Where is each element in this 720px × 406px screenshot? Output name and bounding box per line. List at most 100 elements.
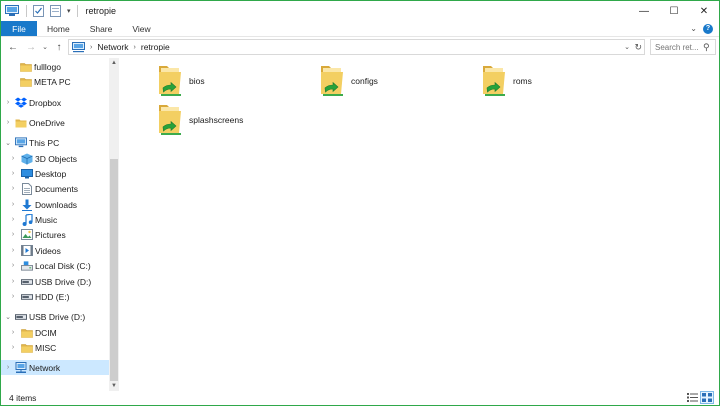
tree-item-misc[interactable]: › MISC (1, 340, 109, 355)
collapse-chevron-icon[interactable]: ⌄ (4, 139, 12, 147)
tree-item-label: DCIM (35, 327, 57, 338)
tree-item-label: Dropbox (29, 97, 62, 108)
title-bar: ▾ retropie — ☐ ✕ (1, 1, 719, 21)
tree-item-label: Videos (35, 245, 61, 256)
tree-item-dcim[interactable]: › DCIM (1, 325, 109, 340)
file-item-configs[interactable]: configs (319, 63, 378, 99)
tree-item-label: Downloads (35, 199, 78, 210)
tree-item-3d-objects[interactable]: › 3D Objects (1, 151, 109, 166)
tab-view[interactable]: View (122, 21, 160, 36)
tree-item-documents[interactable]: › Documents (1, 181, 109, 196)
tree-item-meta-pc[interactable]: META PC (1, 74, 109, 89)
file-name: splashscreens (189, 115, 244, 125)
help-icon[interactable]: ? (703, 23, 713, 34)
folder-icon (21, 327, 33, 339)
address-bar[interactable]: › Network › retropie ⌄ ↻ (68, 39, 645, 55)
tree-item-local-disk-c[interactable]: › Local Disk (C:) (1, 258, 109, 273)
expand-chevron-icon[interactable]: › (9, 293, 17, 300)
status-bar: 4 items (1, 391, 719, 405)
explorer-app-icon[interactable] (5, 4, 19, 18)
tree-item-videos[interactable]: › Videos (1, 243, 109, 258)
close-button[interactable]: ✕ (689, 1, 719, 21)
expand-chevron-icon[interactable]: › (4, 99, 12, 106)
tree-item-label: USB Drive (D:) (29, 311, 86, 322)
local-disk-icon (21, 260, 33, 272)
expand-chevron-icon[interactable]: › (9, 155, 17, 162)
shared-folder-icon (319, 64, 345, 98)
tab-home[interactable]: Home (37, 21, 80, 36)
search-box[interactable]: ⚲ (650, 39, 716, 55)
collapse-chevron-icon[interactable]: ⌄ (4, 313, 12, 321)
download-icon (21, 199, 33, 211)
tree-item-pictures[interactable]: › Pictures (1, 227, 109, 242)
breadcrumb-separator[interactable]: › (90, 44, 92, 51)
back-button[interactable]: ← (4, 38, 22, 56)
expand-ribbon-icon[interactable]: ⌄ (690, 24, 697, 33)
tree-item-label: Documents (35, 183, 78, 194)
toolbar-separator (76, 5, 78, 17)
expand-chevron-icon[interactable]: › (9, 170, 17, 177)
tree-item-desktop[interactable]: › Desktop (1, 166, 109, 181)
item-count: 4 items (9, 393, 37, 403)
tree-item-music[interactable]: › Music (1, 212, 109, 227)
expand-chevron-icon[interactable]: › (9, 344, 17, 351)
tree-item-fulllogo[interactable]: fulllogo (1, 59, 109, 74)
search-input[interactable] (655, 42, 703, 52)
onedrive-icon (15, 117, 27, 129)
tree-item-usb-drive-d[interactable]: ⌄ USB Drive (D:) (1, 309, 109, 324)
recent-locations-button[interactable]: ⌄ (40, 38, 50, 56)
folder-icon (21, 342, 33, 354)
expand-chevron-icon[interactable]: › (9, 216, 17, 223)
file-name: bios (189, 76, 205, 86)
file-item-bios[interactable]: bios (157, 63, 205, 99)
tree-item-hdd-e[interactable]: › HDD (E:) (1, 289, 109, 304)
tree-item-label: OneDrive (29, 117, 65, 128)
properties-icon[interactable] (31, 4, 45, 18)
search-icon[interactable]: ⚲ (703, 42, 710, 53)
expand-chevron-icon[interactable]: › (4, 119, 12, 126)
tree-item-usb-drive-d[interactable]: › USB Drive (D:) (1, 274, 109, 289)
breadcrumb-network[interactable]: Network (97, 42, 128, 52)
new-folder-icon[interactable] (48, 4, 62, 18)
folder-tree: fulllogo META PC › Dropbox › OneDrive ⌄ This PC… (1, 58, 109, 391)
tree-item-network[interactable]: › Network (1, 360, 109, 375)
large-icons-view-icon[interactable] (700, 391, 714, 404)
maximize-button[interactable]: ☐ (659, 1, 689, 21)
scroll-up-button[interactable]: ▲ (109, 58, 119, 68)
navigation-scrollbar[interactable]: ▲ ▼ (109, 58, 119, 391)
minimize-button[interactable]: — (629, 1, 659, 21)
navigation-bar: ← → ⌄ ↑ › Network › retropie ⌄ ↻ ⚲ (1, 37, 719, 57)
details-view-icon[interactable] (686, 392, 698, 403)
expand-chevron-icon[interactable]: › (9, 262, 17, 269)
breadcrumb-retropie[interactable]: retropie (141, 42, 170, 52)
address-dropdown-icon[interactable]: ⌄ (624, 40, 630, 54)
tree-item-downloads[interactable]: › Downloads (1, 197, 109, 212)
tab-file[interactable]: File (1, 21, 37, 36)
ribbon-right: ⌄ ? (690, 21, 719, 36)
tree-item-onedrive[interactable]: › OneDrive (1, 115, 109, 130)
tree-item-label: fulllogo (34, 61, 61, 72)
up-button[interactable]: ↑ (50, 38, 68, 56)
tree-item-dropbox[interactable]: › Dropbox (1, 95, 109, 110)
expand-chevron-icon[interactable]: › (9, 231, 17, 238)
forward-button[interactable]: → (22, 38, 40, 56)
expand-chevron-icon[interactable]: › (9, 185, 17, 192)
quick-access-toolbar: ▾ retropie (1, 1, 116, 21)
tree-item-label: Pictures (35, 229, 66, 240)
tree-item-this-pc[interactable]: ⌄ This PC (1, 135, 109, 150)
expand-chevron-icon[interactable]: › (9, 278, 17, 285)
tree-item-label: Music (35, 214, 58, 225)
breadcrumb-separator[interactable]: › (134, 44, 136, 51)
scroll-thumb[interactable] (110, 159, 118, 381)
expand-chevron-icon[interactable]: › (9, 201, 17, 208)
file-item-roms[interactable]: roms (481, 63, 532, 99)
tree-item-label: 3D Objects (35, 153, 78, 164)
expand-chevron-icon[interactable]: › (9, 247, 17, 254)
scroll-down-button[interactable]: ▼ (109, 381, 119, 391)
customize-toolbar-icon[interactable]: ▾ (67, 7, 71, 15)
expand-chevron-icon[interactable]: › (9, 329, 17, 336)
tab-share[interactable]: Share (80, 21, 123, 36)
file-item-splashscreens[interactable]: splashscreens (157, 102, 243, 138)
refresh-icon[interactable]: ↻ (634, 40, 642, 54)
expand-chevron-icon[interactable]: › (4, 364, 12, 371)
